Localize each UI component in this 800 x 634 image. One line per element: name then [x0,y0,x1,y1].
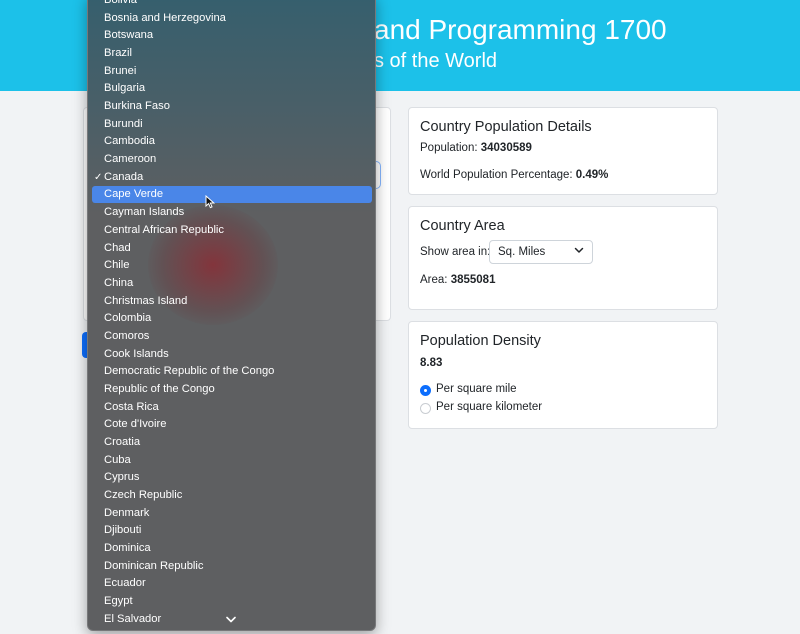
scroll-down-chevron-icon[interactable] [226,616,236,623]
dropdown-option[interactable]: Cape Verde [104,186,163,203]
world-percentage-value: 0.49% [575,169,609,181]
dropdown-option[interactable]: Cuba [104,452,131,469]
dropdown-option[interactable]: Brunei [104,63,136,80]
dropdown-option[interactable]: Denmark [104,505,149,522]
density-value: 8.83 [420,357,443,369]
per-square-kilometer-label: Per square kilometer [436,401,543,413]
area-card-title: Country Area [420,218,505,234]
show-area-label: Show area in: [420,246,491,258]
dropdown-option[interactable]: Burkina Faso [104,98,170,115]
page-title: and Programming 1700 [374,14,667,45]
dropdown-option[interactable]: Ecuador [104,575,146,592]
chevron-down-icon [574,247,584,253]
dropdown-option[interactable]: Dominican Republic [104,558,204,575]
dropdown-option[interactable]: Chad [104,240,131,257]
dropdown-option[interactable]: Costa Rica [104,399,159,416]
population-label: Population: [420,142,478,154]
dropdown-option[interactable]: Democratic Republic of the Congo [104,363,274,380]
dropdown-option[interactable]: Cook Islands [104,346,169,363]
dropdown-option[interactable]: China [104,275,133,292]
per-square-mile-label: Per square mile [436,383,517,395]
dropdown-option[interactable]: Cambodia [104,133,155,150]
dropdown-option[interactable]: Botswana [104,27,153,44]
dropdown-option[interactable]: Bosnia and Herzegovina [104,10,226,27]
country-area-card: Country Area Show area in: Sq. Miles Are… [408,206,718,310]
dropdown-option[interactable]: Djibouti [104,522,141,539]
population-density-card: Population Density 8.83 Per square mile … [408,321,718,429]
population-value: 34030589 [480,142,532,154]
dropdown-option[interactable]: Bolivia [104,0,137,9]
dropdown-option[interactable]: El Salvador [104,611,161,628]
area-line: Area: 3855081 [420,274,495,286]
dropdown-option[interactable]: Cameroon [104,151,156,168]
dropdown-option[interactable]: Dominica [104,540,151,557]
area-unit-selected: Sq. Miles [498,246,546,258]
dropdown-option[interactable]: Canada [104,169,143,186]
population-line: Population: 34030589 [420,142,532,154]
dropdown-option[interactable]: Croatia [104,434,140,451]
dropdown-option[interactable]: Chile [104,257,130,274]
per-square-kilometer-radio[interactable] [420,403,431,414]
mouse-pointer-icon [205,195,215,209]
country-dropdown-list[interactable]: Bolivia Bosnia and Herzegovina Botswana Bra… [87,0,376,631]
dropdown-option[interactable]: Christmas Island [104,293,187,310]
density-card-title: Population Density [420,333,541,349]
world-percentage-line: World Population Percentage: 0.49% [420,169,608,181]
checkmark-icon: ✓ [94,172,103,183]
population-card-title: Country Population Details [420,119,592,135]
world-percentage-label: World Population Percentage: [420,169,573,181]
area-value: 3855081 [450,274,496,286]
dropdown-option[interactable]: Colombia [104,310,151,327]
dropdown-option[interactable]: Cote d'Ivoire [104,416,166,433]
dropdown-option[interactable]: Comoros [104,328,149,345]
dropdown-option[interactable]: Republic of the Congo [104,381,215,398]
population-details-card: Country Population Details Population: 3… [408,107,718,195]
dropdown-option[interactable]: Central African Republic [104,222,224,239]
area-label: Area: [420,274,448,286]
dropdown-option[interactable]: Burundi [104,116,143,133]
area-unit-select[interactable]: Sq. Miles [489,240,593,264]
dropdown-option[interactable]: Bulgaria [104,80,145,97]
dropdown-option[interactable]: Egypt [104,593,133,610]
dropdown-option[interactable]: Czech Republic [104,487,182,504]
per-square-mile-radio[interactable] [420,385,431,396]
dropdown-option[interactable]: Cyprus [104,469,139,486]
page-subtitle: s of the World [374,50,498,72]
dropdown-option[interactable]: Brazil [104,45,132,62]
dropdown-option[interactable]: Cayman Islands [104,204,184,221]
